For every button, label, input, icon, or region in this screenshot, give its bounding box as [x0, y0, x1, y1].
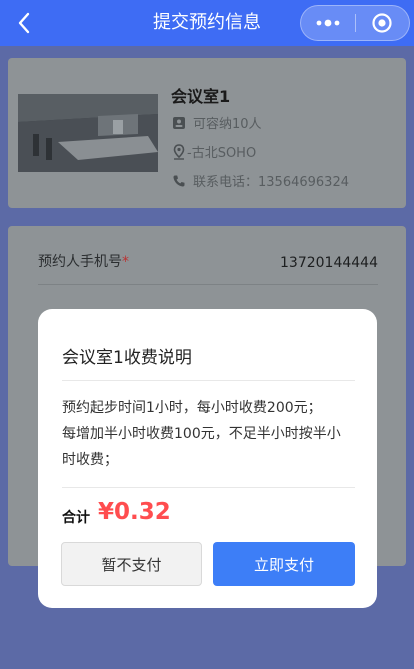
phone-icon — [171, 173, 187, 189]
required-mark: * — [122, 254, 129, 270]
phone-field-label: 预约人手机号* — [38, 254, 129, 270]
location-pin-icon — [171, 143, 187, 160]
more-dots-icon — [316, 19, 340, 27]
modal-title: 会议室1收费说明 — [62, 348, 192, 368]
mini-program-capsule — [300, 5, 410, 41]
total-amount: ¥0.32 — [98, 499, 171, 525]
target-circle-icon — [372, 13, 392, 33]
total-label: 合计 — [62, 510, 90, 526]
room-card: 会议室1 可容纳10人 -古北SOHO 联系电话：13564696324 — [8, 58, 406, 208]
fee-desc-line: 时收费； — [62, 452, 118, 468]
pay-now-button[interactable]: 立即支付 — [213, 542, 355, 586]
fee-desc-line: 预约起步时间1小时，每小时收费200元； — [62, 400, 322, 416]
room-photo — [18, 94, 158, 172]
fee-modal: 会议室1收费说明 预约起步时间1小时，每小时收费200元； 每增加半小时收费10… — [38, 309, 377, 608]
room-capacity: 可容纳10人 — [171, 113, 262, 132]
fee-desc-line: 每增加半小时收费100元，不足半小时按半小 — [62, 426, 341, 442]
modal-divider-bottom — [62, 487, 355, 488]
modal-divider-top — [62, 380, 355, 381]
close-miniprogram-button[interactable] — [356, 6, 410, 40]
room-phone[interactable]: 联系电话：13564696324 — [171, 171, 349, 190]
room-location-text: -古北SOHO — [187, 146, 257, 161]
more-button[interactable] — [301, 6, 355, 40]
cancel-button[interactable]: 暂不支付 — [61, 542, 202, 586]
room-phone-text: 联系电话：13564696324 — [193, 175, 349, 190]
room-location: -古北SOHO — [171, 142, 256, 161]
phone-field-value[interactable]: 13720144444 — [280, 255, 378, 271]
contact-card-icon — [171, 115, 187, 131]
room-name: 会议室1 — [171, 87, 231, 106]
nav-bar: 提交预约信息 — [0, 0, 414, 46]
fee-description: 预约起步时间1小时，每小时收费200元； 每增加半小时收费100元，不足半小时按… — [62, 395, 358, 473]
form-divider — [38, 284, 378, 285]
room-capacity-text: 可容纳10人 — [193, 117, 262, 132]
